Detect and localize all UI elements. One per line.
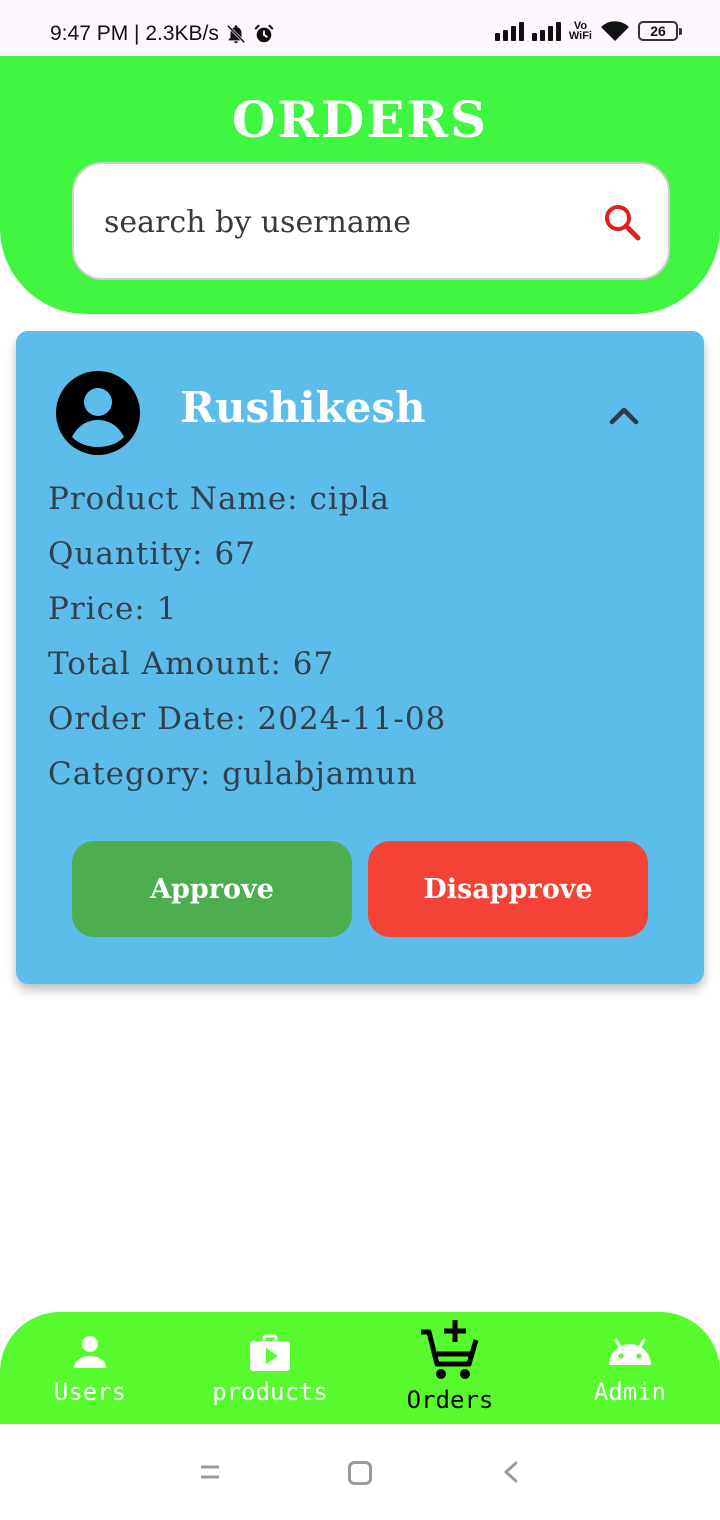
back-icon[interactable] bbox=[500, 1460, 522, 1484]
chevron-up-icon[interactable] bbox=[606, 397, 642, 433]
signal-icon-sim1 bbox=[494, 21, 524, 41]
cart-add-icon bbox=[421, 1320, 479, 1379]
status-right: Vo WiFi 26 bbox=[494, 20, 682, 42]
header: ORDERS bbox=[0, 56, 720, 314]
detail-quantity: Quantity: 67 bbox=[48, 536, 256, 572]
alarm-icon bbox=[254, 24, 274, 43]
status-bar: 9:47 PM | 2.3KB/s Vo WiFi 26 bbox=[0, 0, 720, 56]
page-title: ORDERS bbox=[231, 90, 489, 149]
vowifi-indicator: Vo WiFi bbox=[568, 21, 592, 42]
shopping-bag-play-icon bbox=[250, 1334, 290, 1371]
detail-order-date: Order Date: 2024-11-08 bbox=[48, 701, 447, 737]
bottom-navigation: Users products Orders Admin bbox=[0, 1312, 720, 1424]
signal-icon-sim2 bbox=[531, 21, 561, 41]
battery-icon: 26 bbox=[638, 21, 682, 41]
status-left: 9:47 PM | 2.3KB/s bbox=[50, 22, 275, 46]
nav-label-products: products bbox=[212, 1378, 328, 1406]
search-input[interactable] bbox=[104, 194, 584, 250]
wifi-icon bbox=[601, 21, 629, 41]
nav-item-orders[interactable]: Orders bbox=[360, 1312, 540, 1424]
order-details: Product Name: cipla Quantity: 67 Price: … bbox=[48, 481, 446, 811]
detail-price: Price: 1 bbox=[48, 591, 178, 627]
approve-button[interactable]: Approve bbox=[72, 841, 352, 937]
nav-item-admin[interactable]: Admin bbox=[540, 1312, 720, 1424]
system-navigation-bar bbox=[0, 1424, 720, 1520]
vowifi-bottom: WiFi bbox=[568, 30, 592, 42]
disapprove-button[interactable]: Disapprove bbox=[368, 841, 648, 937]
bell-off-icon bbox=[226, 24, 246, 44]
android-icon bbox=[609, 1338, 651, 1365]
nav-label-admin: Admin bbox=[593, 1378, 667, 1406]
screen: 9:47 PM | 2.3KB/s Vo WiFi 26 ORDERS sear… bbox=[0, 0, 720, 1520]
nav-label-orders: Orders bbox=[406, 1386, 494, 1414]
menu-icon[interactable] bbox=[198, 1460, 222, 1484]
nav-item-products[interactable]: products bbox=[180, 1312, 360, 1424]
detail-total-amount: Total Amount: 67 bbox=[48, 646, 335, 682]
status-time: 9:47 PM | 2.3KB/s bbox=[50, 22, 219, 45]
home-icon[interactable] bbox=[347, 1460, 373, 1486]
nav-item-users[interactable]: Users bbox=[0, 1312, 180, 1424]
nav-label-users: Users bbox=[53, 1378, 127, 1406]
person-icon bbox=[74, 1336, 106, 1368]
search-icon[interactable] bbox=[602, 202, 642, 242]
account-circle-icon bbox=[56, 371, 140, 455]
detail-category: Category: gulabjamun bbox=[48, 756, 418, 792]
order-username: Rushikesh bbox=[180, 383, 426, 432]
order-card: Rushikesh Product Name: cipla Quantity: … bbox=[16, 331, 704, 984]
detail-product-name: Product Name: cipla bbox=[48, 481, 390, 517]
search-bar[interactable] bbox=[72, 162, 670, 280]
battery-level: 26 bbox=[650, 23, 666, 39]
